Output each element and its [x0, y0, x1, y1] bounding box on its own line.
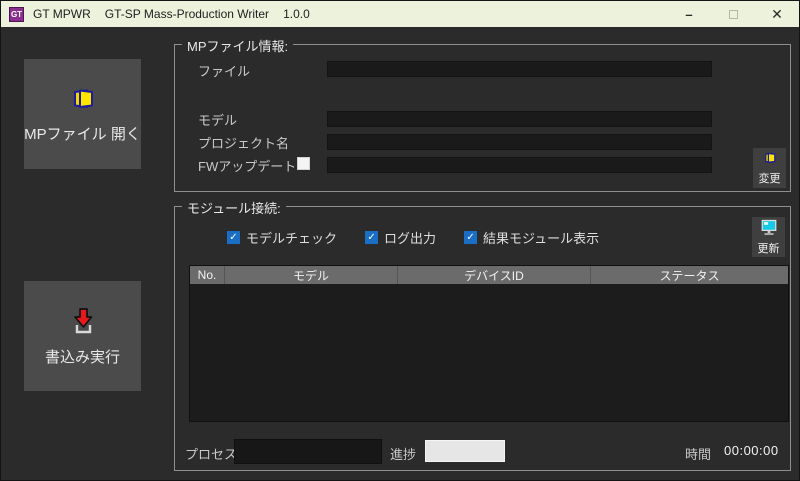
- time-label: 時間: [685, 447, 712, 462]
- column-header-no[interactable]: No.: [190, 266, 225, 284]
- change-button[interactable]: 変更: [753, 148, 786, 188]
- minimize-icon: –: [685, 6, 693, 22]
- device-table-header: No. モデル デバイスID ステータス: [190, 266, 788, 284]
- fw-update-checkbox[interactable]: [297, 157, 310, 170]
- monitor-icon: [760, 219, 778, 239]
- fw-update-field[interactable]: [327, 157, 712, 173]
- window-title-product: GT-SP Mass-Production Writer: [104, 7, 270, 21]
- open-mp-file-label: MPファイル 開く: [24, 126, 141, 143]
- update-button[interactable]: 更新: [752, 217, 785, 257]
- execute-write-button[interactable]: 書込み実行: [24, 281, 141, 391]
- folder-icon: [762, 150, 778, 169]
- app-window: GT GT MPWR GT-SP Mass-Production Writer …: [0, 0, 800, 481]
- maximize-icon: [728, 9, 738, 19]
- module-connection-group: モジュール接続: モデルチェック ログ出力 結果モジュール表示: [174, 198, 791, 471]
- project-name-label: プロジェクト名: [198, 136, 290, 151]
- column-header-device-id[interactable]: デバイスID: [398, 266, 591, 284]
- device-table-body[interactable]: [190, 284, 788, 421]
- minimize-button[interactable]: –: [667, 1, 711, 27]
- result-module-display-option[interactable]: 結果モジュール表示: [464, 228, 599, 247]
- window-title-version: 1.0.0: [283, 7, 310, 21]
- log-output-option[interactable]: ログ出力: [365, 228, 436, 247]
- column-header-model[interactable]: モデル: [225, 266, 398, 284]
- update-button-label: 更新: [757, 242, 780, 255]
- result-module-display-label: 結果モジュール表示: [483, 231, 600, 246]
- write-download-icon: [67, 305, 99, 341]
- progress-label: 進捗: [390, 447, 417, 462]
- process-field: [234, 439, 382, 464]
- close-icon: ✕: [771, 5, 783, 22]
- model-field[interactable]: [327, 111, 712, 127]
- mp-file-info-group-label: MPファイル情報:: [182, 36, 294, 55]
- model-check-label: モデルチェック: [246, 231, 338, 246]
- process-label: プロセス: [185, 447, 238, 462]
- window-title-app: GT MPWR: [33, 7, 91, 21]
- app-logo-icon: GT: [9, 6, 24, 22]
- execute-write-label: 書込み実行: [44, 349, 120, 366]
- result-module-display-checkbox[interactable]: [464, 231, 478, 244]
- time-value: 00:00:00: [724, 443, 779, 458]
- window-title: GT MPWR GT-SP Mass-Production Writer 1.0…: [33, 7, 310, 21]
- maximize-button[interactable]: [711, 1, 755, 27]
- window-controls: – ✕: [667, 1, 799, 27]
- file-label: ファイル: [198, 64, 251, 79]
- title-bar: GT GT MPWR GT-SP Mass-Production Writer …: [1, 1, 799, 27]
- progress-bar: [425, 440, 505, 462]
- device-list-table[interactable]: No. モデル デバイスID ステータス: [189, 265, 789, 422]
- file-field[interactable]: [327, 61, 712, 77]
- open-mp-file-button[interactable]: MPファイル 開く: [24, 59, 141, 169]
- log-output-label: ログ出力: [384, 231, 437, 246]
- change-button-label: 変更: [758, 173, 781, 185]
- column-header-status[interactable]: ステータス: [591, 266, 788, 284]
- mp-file-info-group: MPファイル情報: ファイル モデル プロジェクト名 FWアップデート 変更: [174, 36, 791, 192]
- close-button[interactable]: ✕: [755, 1, 799, 27]
- module-options-row: モデルチェック ログ出力 結果モジュール表示: [227, 228, 627, 247]
- module-connection-group-label: モジュール接続:: [182, 198, 286, 217]
- fw-update-label: FWアップデート: [198, 159, 297, 174]
- model-check-option[interactable]: モデルチェック: [227, 228, 337, 247]
- model-check-checkbox[interactable]: [227, 231, 240, 244]
- model-label: モデル: [198, 113, 238, 128]
- project-name-field[interactable]: [327, 134, 712, 150]
- folder-open-icon: [68, 84, 98, 118]
- log-output-checkbox[interactable]: [365, 231, 379, 244]
